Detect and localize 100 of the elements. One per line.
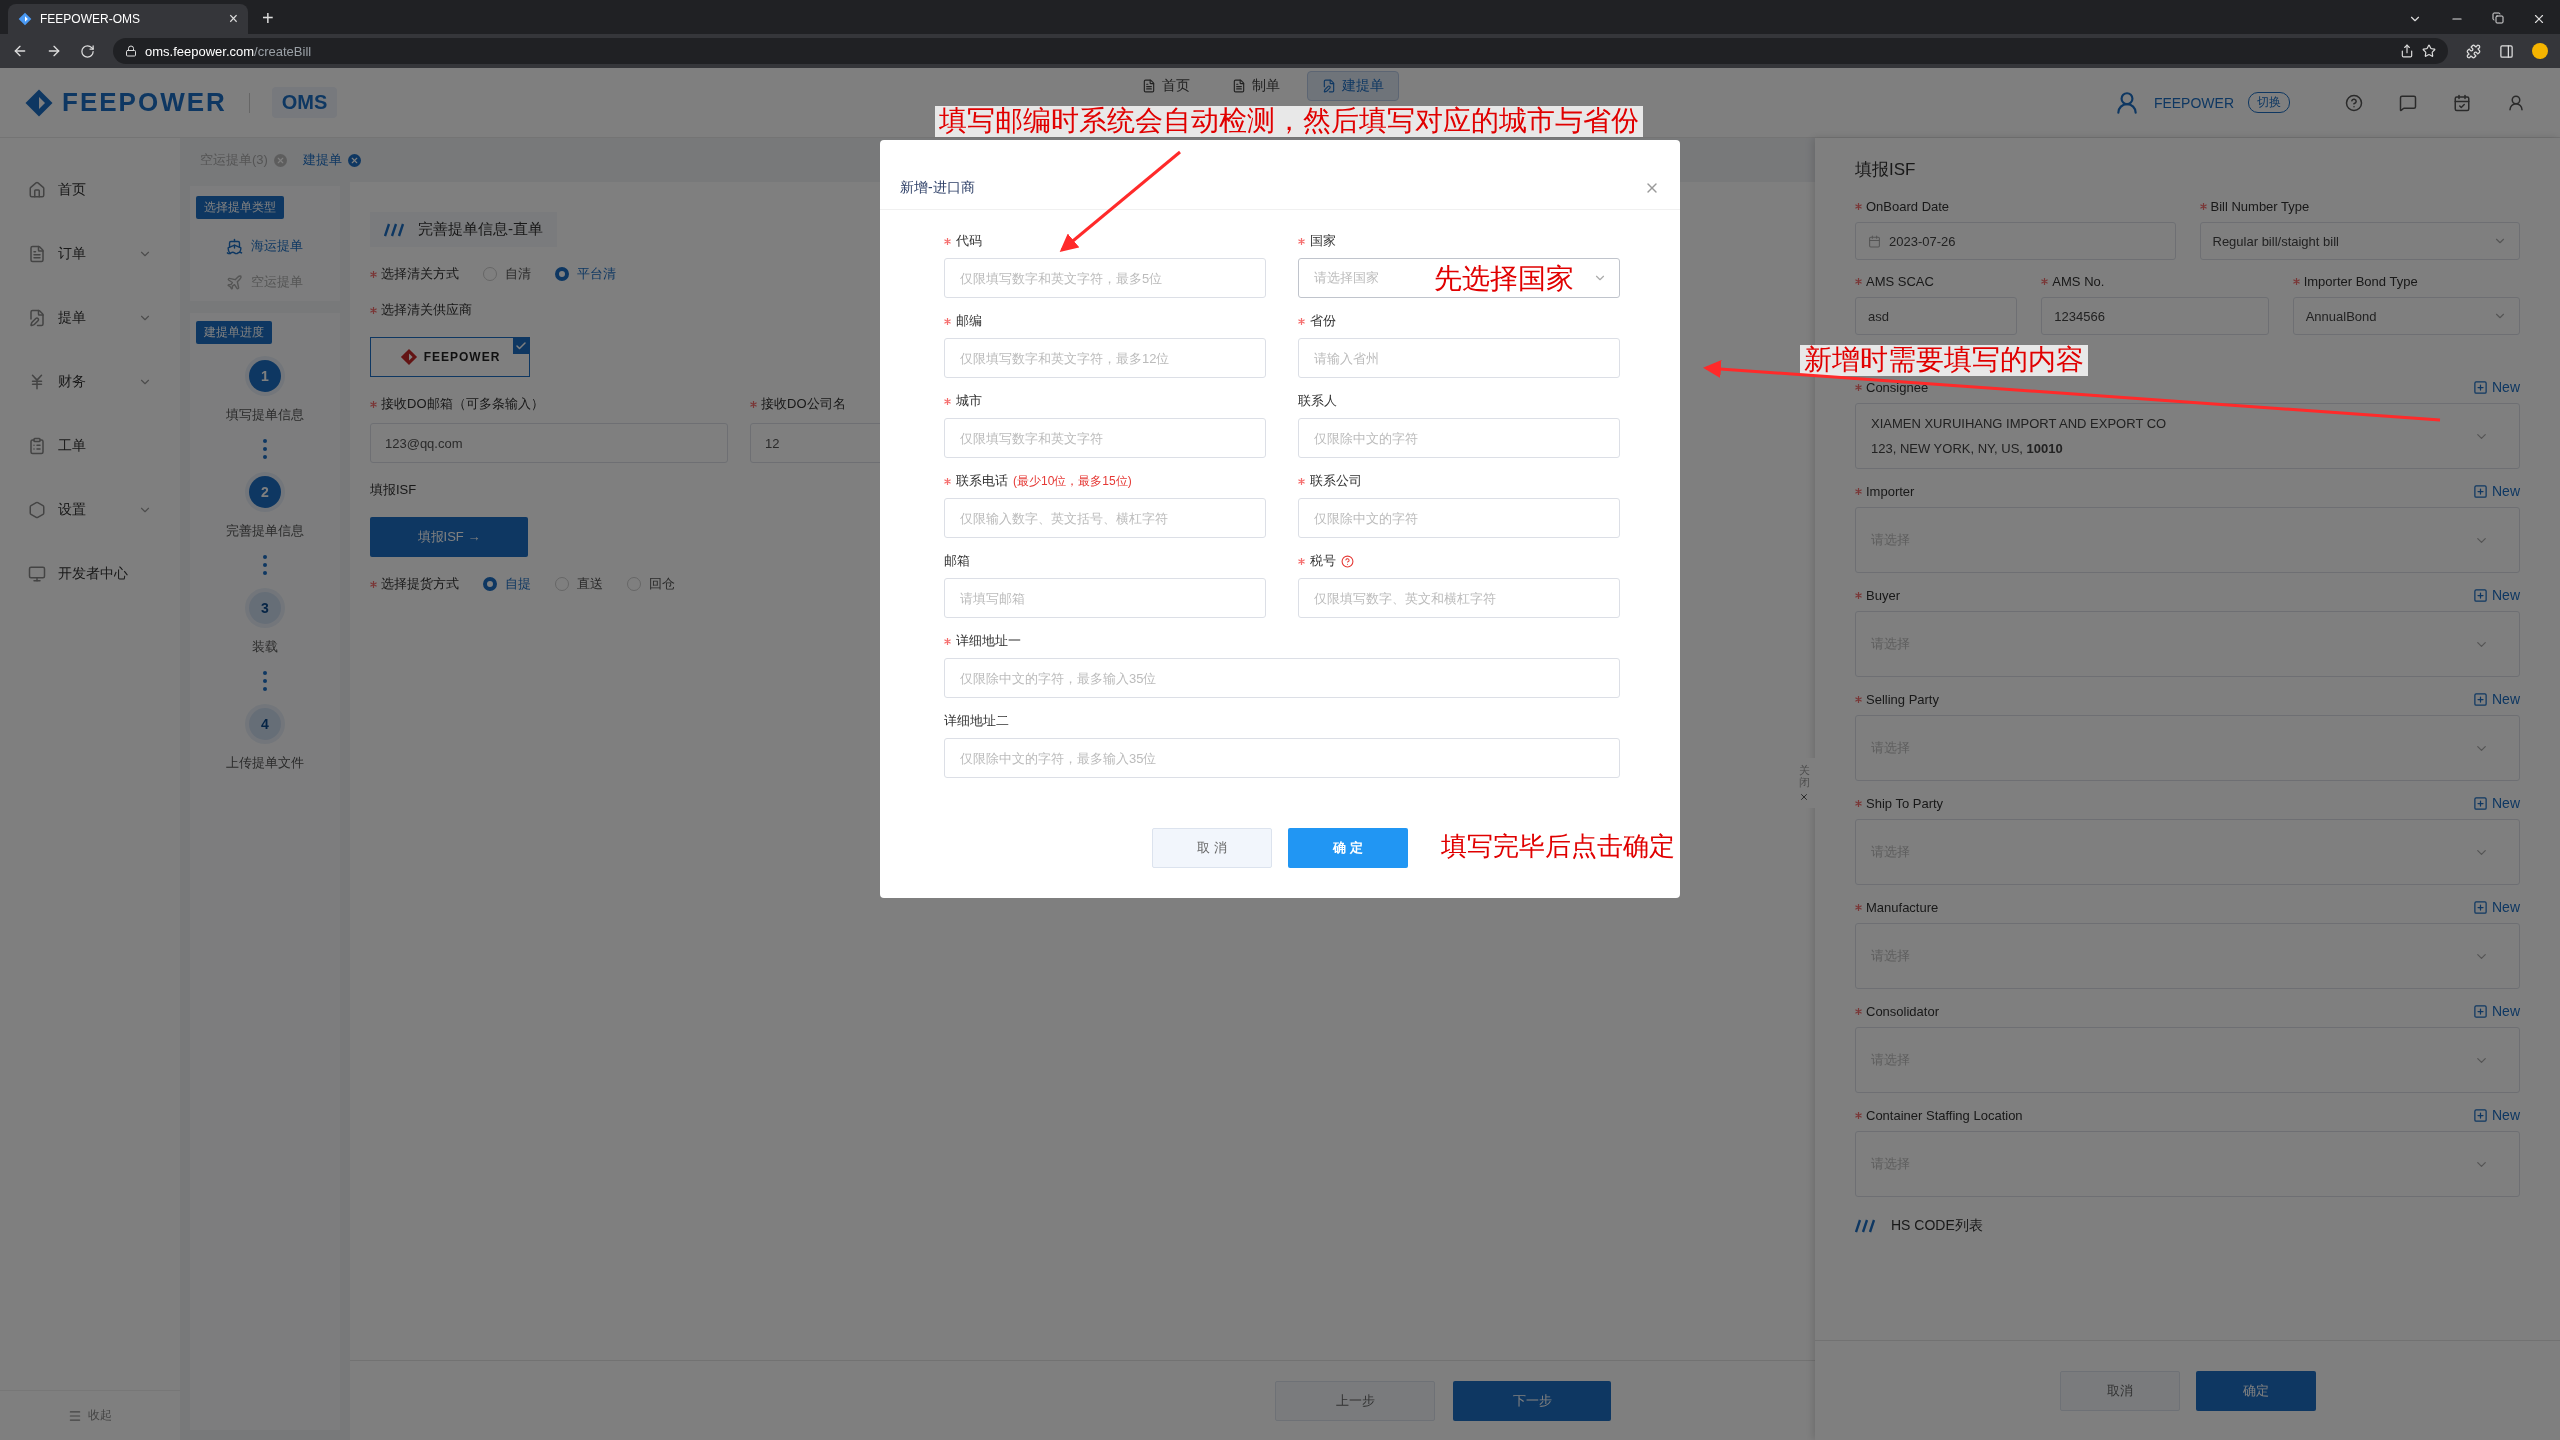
sidebar-item[interactable]: 财务 [0,350,180,414]
nav-tab[interactable]: 建提单 [1307,71,1400,101]
section-badge: 建提单进度 [196,321,272,344]
slashes-icon [384,222,406,237]
sidebar-item[interactable]: 首页 [0,158,180,222]
restore-icon[interactable] [2492,12,2504,24]
plus-icon [2473,1003,2488,1019]
forward-icon[interactable] [46,43,62,59]
supplier-card[interactable]: FEEPOWER [370,337,530,377]
radio-option[interactable]: 自提 [483,575,531,593]
star-icon[interactable] [2422,44,2436,58]
radio-option[interactable]: 平台清 [555,265,616,283]
field-label: 接收DO邮箱（可多条输入） [381,395,544,413]
field-label: Importer [1866,483,1915,499]
new-button[interactable]: New [2473,483,2520,499]
select-field[interactable]: Regular bill/staight bill [2199,222,2520,260]
input-field[interactable]: 仅限填写数字和英文字符，最多12位 [944,338,1266,378]
browser-tab[interactable]: FEEPOWER-OMS × [8,4,248,34]
field-label: Importer Bond Type [2303,274,2418,289]
input-field[interactable]: 仅限除中文的字符，最多输入35位 [944,658,1620,698]
back-icon[interactable] [12,43,28,59]
document-pen-icon [28,309,46,327]
required-icon [2292,278,2300,285]
field-label: 城市 [956,392,982,410]
field-label: AMS SCAC [1866,274,1934,289]
input-field[interactable]: 仅限填写数字和英文字符，最多5位 [944,258,1266,298]
user-name: FEEPOWER [2153,94,2234,111]
close-icon[interactable] [2532,12,2546,26]
avatar-icon[interactable] [2532,43,2548,59]
required-icon [1855,1111,1862,1119]
new-button[interactable]: New [2473,379,2520,395]
slashes-icon [1855,1219,1877,1233]
sidebar-item[interactable]: 订单 [0,222,180,286]
url-text: oms.feepower.com/createBill [145,43,312,59]
date-field[interactable]: 2023-07-26 [1855,222,2176,260]
new-button[interactable]: New [2473,1107,2520,1123]
input-field[interactable]: 请填写邮箱 [944,578,1266,618]
new-button[interactable]: New [2473,1003,2520,1019]
required-icon [370,400,377,408]
check-icon [513,338,529,354]
required-icon [2199,203,2207,210]
connector-dots-icon [263,670,267,692]
input-field[interactable]: 1234566 [2041,297,2269,335]
field-label: Consolidator [1866,1003,1939,1019]
page-tab[interactable]: 建提单 [302,151,361,169]
cancel-button[interactable]: 取 消 [1152,828,1272,868]
new-button[interactable]: New [2473,899,2520,915]
input-field[interactable]: 仅限除中文的字符 [1298,418,1620,458]
sidebar-item[interactable]: 设置 [0,478,180,542]
input-field[interactable]: 仅限输入数字、英文括号、横杠字符 [944,498,1266,538]
input-field[interactable]: 仅限填写数字、英文和横杠字符 [1298,578,1620,618]
share-icon[interactable] [2400,44,2414,58]
select-field[interactable]: AnnualBond [2292,297,2520,335]
sidebar-item[interactable]: 提单 [0,286,180,350]
bill-type-option[interactable]: 海运提单 [196,237,340,255]
field-label: 国家 [1310,232,1336,250]
input-field[interactable]: 仅限填写数字和英文字符 [944,418,1266,458]
cancel-button[interactable]: 取消 [2059,1370,2180,1411]
input-field[interactable]: asd [1855,297,2018,335]
radio-option[interactable]: 回仓 [627,575,675,593]
new-button[interactable]: New [2473,795,2520,811]
product-name: OMS [271,87,338,118]
required-icon [1855,383,1862,391]
step-number: 4 [249,708,281,740]
new-button[interactable]: New [2473,587,2520,603]
sidebar-item[interactable]: 工单 [0,414,180,478]
field-label: 选择提货方式 [381,575,459,593]
document-icon [1322,79,1337,93]
switch-button[interactable]: 切换 [2248,92,2290,113]
required-icon [370,306,377,314]
confirm-button[interactable]: 确 定 [1288,828,1408,868]
required-icon [370,580,377,588]
select-field[interactable]: XIAMEN XURUIHANG IMPORT AND EXPORT CO 123, NEW YORK, NY, US, 10010 [1855,403,2520,469]
puzzle-icon[interactable] [2466,43,2481,59]
field-label: Bill Number Type [2210,199,2310,214]
tab-close-button[interactable]: × [228,10,238,28]
side-panel-icon[interactable] [2499,43,2514,59]
confirm-button[interactable]: 确定 [2195,1370,2316,1411]
field-label: 税号 [1310,552,1336,570]
address-field[interactable]: oms.feepower.com/createBill [113,38,2448,64]
nav-tab[interactable]: 首页 [1127,71,1206,101]
new-button[interactable]: New [2473,691,2520,707]
reload-icon[interactable] [80,43,95,59]
input-field[interactable]: 仅限除中文的字符，最多输入35位 [944,738,1620,778]
field-label: Container Staffing Location [1866,1107,2023,1123]
home-icon [28,181,46,199]
input-field[interactable]: 请输入省州 [1298,338,1620,378]
help-icon[interactable] [1341,554,1354,568]
new-tab-button[interactable]: + [262,7,274,30]
radio-option[interactable]: 直送 [555,575,603,593]
input-field[interactable]: 仅限除中文的字符 [1298,498,1620,538]
logo-icon [24,87,54,118]
sidebar-item[interactable]: 开发者中心 [0,542,180,606]
close-icon [1799,792,1809,803]
email-field[interactable]: 123@qq.com [370,423,728,463]
modal-title: 新增-进口商 [900,178,975,197]
radio-option[interactable]: 自清 [483,265,531,283]
fill-isf-button[interactable]: 填报ISF → [370,517,528,557]
required-icon [2041,278,2049,285]
nav-tab[interactable]: 制单 [1217,71,1296,101]
